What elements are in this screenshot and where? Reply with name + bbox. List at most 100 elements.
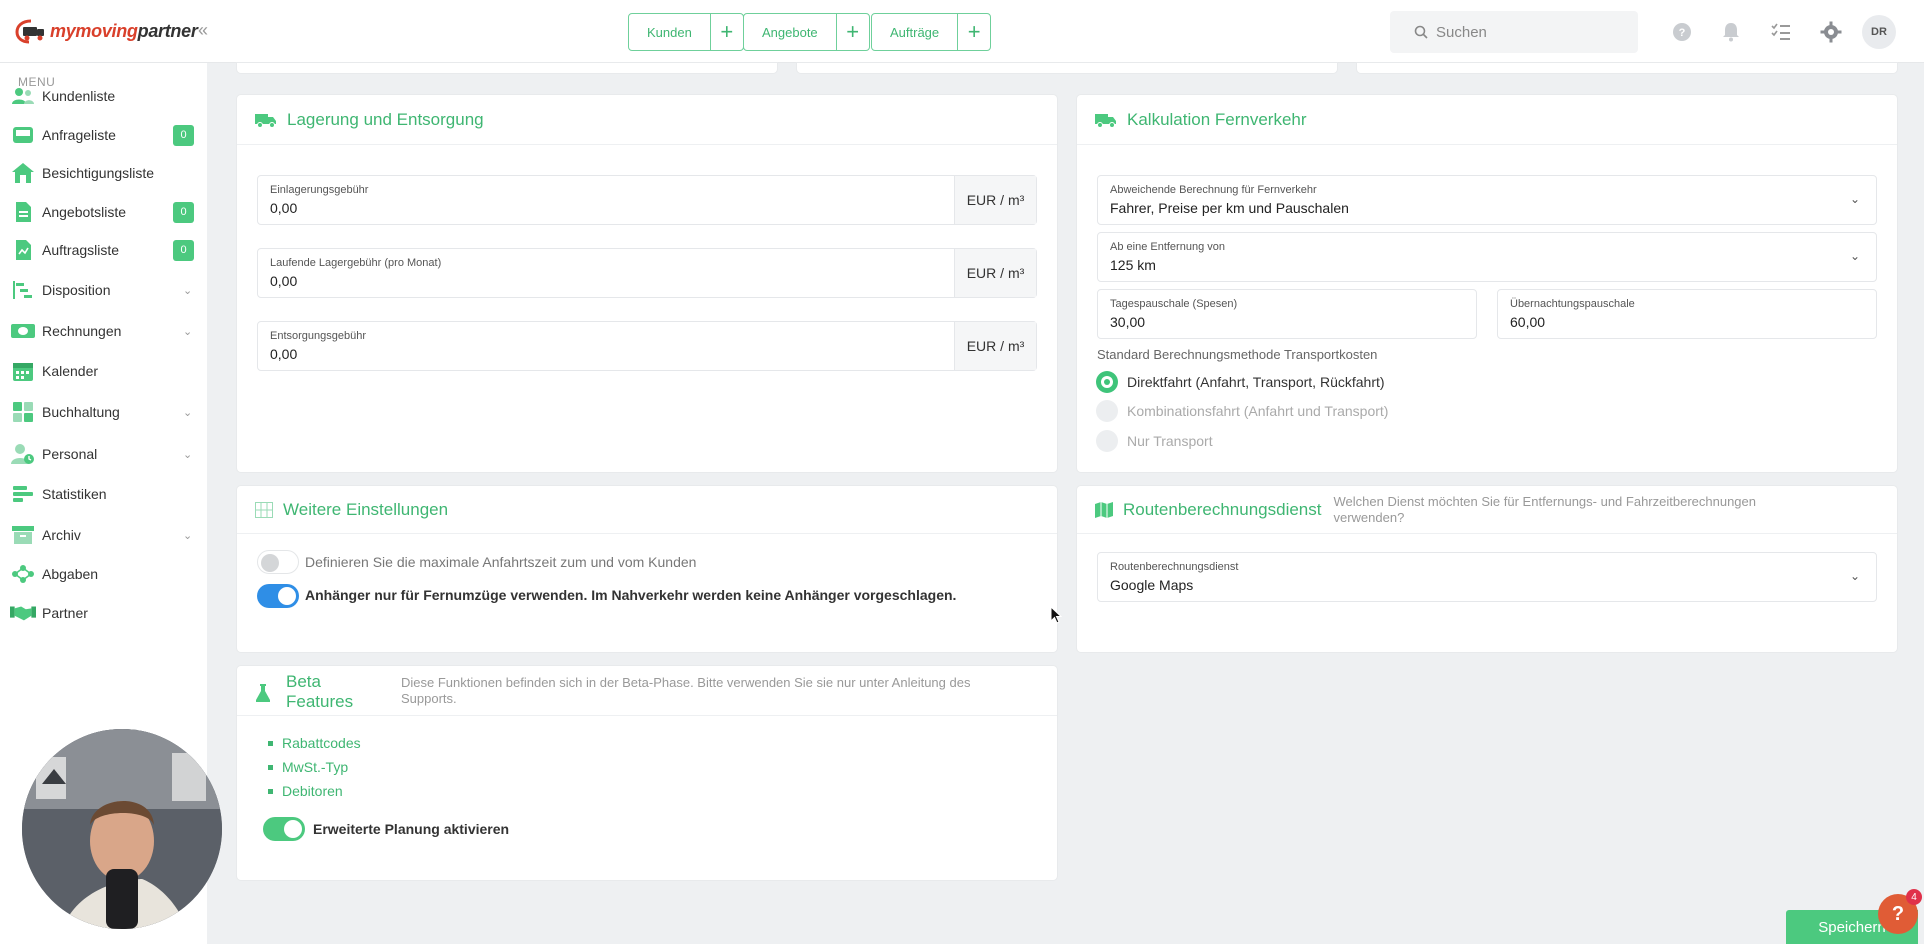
gantt-icon	[10, 278, 36, 302]
radio-checked-icon	[1096, 371, 1118, 393]
search-icon	[1414, 25, 1428, 39]
sidebar-item-anfrageliste[interactable]: Anfrageliste 0	[0, 119, 207, 151]
quick-kunden-button[interactable]: Kunden	[629, 14, 711, 50]
help-circle-icon[interactable]: ?	[1671, 21, 1693, 43]
brand-name: mymovingpartner	[50, 20, 198, 41]
einlagerungsgebuehr-field[interactable]: Einlagerungsgebühr 0,00 EUR / m³	[257, 175, 1037, 225]
radio-unchecked-icon	[1096, 400, 1118, 422]
presenter-video	[22, 729, 222, 929]
sidebar-item-kundenliste[interactable]: Kundenliste	[0, 80, 207, 112]
quick-auftraege-group: Aufträge +	[871, 13, 992, 51]
sidebar-item-buchhaltung[interactable]: Buchhaltung ⌄	[0, 396, 207, 428]
beta-item-rabattcodes[interactable]: Rabattcodes	[268, 735, 361, 751]
search-input[interactable]: Suchen	[1390, 11, 1638, 53]
count-badge: 0	[173, 201, 194, 223]
card-header: Routenberechnungsdienst Welchen Dienst m…	[1077, 486, 1897, 534]
storage-card: Lagerung und Entsorgung Einlagerungsgebü…	[237, 95, 1057, 472]
sidebar-item-archiv[interactable]: Archiv ⌄	[0, 519, 207, 551]
beta-item-mwst-typ[interactable]: MwSt.-Typ	[268, 759, 348, 775]
house-icon	[10, 161, 36, 185]
chevron-down-icon: ⌄	[1849, 569, 1860, 583]
radio-label: Nur Transport	[1127, 433, 1213, 449]
transport-method-label: Standard Berechnungsmethode Transportkos…	[1097, 347, 1378, 362]
quick-kunden-group: Kunden +	[628, 13, 744, 51]
calc-method-select[interactable]: Abweichende Berechnung für Fernverkehr F…	[1097, 175, 1877, 225]
sidebar-item-label: Auftragsliste	[42, 242, 120, 258]
sidebar-item-angebotsliste[interactable]: Angebotsliste 0	[0, 196, 207, 228]
field-label: Tagespauschale (Spesen)	[1110, 298, 1238, 310]
map-icon	[1095, 501, 1113, 518]
toggle-knob	[284, 820, 302, 838]
toggle-knob	[278, 587, 296, 605]
extended-planning-label: Erweiterte Planung aktivieren	[313, 821, 510, 837]
sidebar-item-disposition[interactable]: Disposition ⌄	[0, 274, 207, 306]
routing-service-select[interactable]: Routenberechnungsdienst Google Maps ⌄	[1097, 552, 1877, 602]
field-label: Einlagerungsgebühr	[270, 184, 369, 196]
sidebar-item-kalender[interactable]: Kalender	[0, 355, 207, 387]
checklist-icon[interactable]	[1770, 21, 1792, 43]
person-clock-icon	[10, 442, 36, 466]
entsorgungsgebuehr-field[interactable]: Entsorgungsgebühr 0,00 EUR / m³	[257, 321, 1037, 371]
quick-auftraege-button[interactable]: Aufträge	[872, 14, 959, 50]
trailer-toggle[interactable]	[257, 584, 299, 608]
user-avatar[interactable]: DR	[1862, 15, 1896, 49]
max-travel-time-label: Definieren Sie die maximale Anfahrtszeit…	[305, 554, 697, 570]
max-travel-time-toggle[interactable]	[257, 550, 299, 574]
add-kunde-icon[interactable]: +	[711, 14, 743, 50]
sidebar-item-label: Besichtigungsliste	[42, 165, 155, 181]
quick-angebote-button[interactable]: Angebote	[744, 14, 837, 50]
chevron-down-icon: ⌄	[183, 529, 193, 542]
partial-card	[1357, 63, 1897, 73]
archive-icon	[10, 523, 36, 547]
bell-icon[interactable]	[1720, 21, 1742, 43]
sidebar-item-partner[interactable]: Partner	[0, 597, 207, 629]
overnight-rate-field[interactable]: Übernachtungspauschale 60,00	[1497, 289, 1877, 339]
document-icon	[10, 200, 36, 224]
extended-planning-toggle[interactable]	[263, 817, 305, 841]
sidebar-item-label: Anfrageliste	[42, 127, 116, 143]
chevron-down-icon: ⌄	[1849, 192, 1860, 206]
chevron-down-icon: ⌄	[183, 284, 193, 297]
field-value: 0,00	[270, 200, 298, 216]
radio-label: Direktfahrt (Anfahrt, Transport, Rückfah…	[1127, 374, 1385, 390]
card-header: Lagerung und Entsorgung	[237, 95, 1057, 145]
add-auftrag-icon[interactable]: +	[958, 14, 990, 50]
sidebar-item-auftragsliste[interactable]: Auftragsliste 0	[0, 234, 207, 266]
search-placeholder: Suchen	[1436, 23, 1487, 41]
sidebar-item-label: Kalender	[42, 363, 99, 379]
sidebar-item-label: Angebotsliste	[42, 204, 127, 220]
laufende-lagergebuehr-field[interactable]: Laufende Lagergebühr (pro Monat) 0,00 EU…	[257, 248, 1037, 298]
collapse-sidebar-icon[interactable]: «	[198, 20, 208, 41]
sidebar-item-label: Archiv	[42, 527, 81, 543]
unit-label: EUR / m³	[954, 249, 1036, 297]
sidebar-item-label: Disposition	[42, 282, 111, 298]
daily-rate-field[interactable]: Tagespauschale (Spesen) 30,00	[1097, 289, 1477, 339]
sidebar-item-label: Statistiken	[42, 486, 107, 502]
sidebar-item-statistiken[interactable]: Statistiken	[0, 478, 207, 510]
network-icon	[10, 562, 36, 586]
card-hint: Diese Funktionen befinden sich in der Be…	[401, 675, 971, 706]
sidebar-item-abgaben[interactable]: Abgaben	[0, 558, 207, 590]
radio-direktfahrt[interactable]: Direktfahrt (Anfahrt, Transport, Rückfah…	[1096, 371, 1385, 393]
add-angebot-icon[interactable]: +	[837, 14, 869, 50]
sidebar-item-rechnungen[interactable]: Rechnungen ⌄	[0, 315, 207, 347]
field-label: Ab eine Entfernung von	[1110, 241, 1225, 253]
table-settings-icon	[255, 501, 273, 518]
beta-item-debitoren[interactable]: Debitoren	[268, 783, 343, 799]
flask-icon	[256, 684, 270, 702]
radio-kombinationsfahrt[interactable]: Kombinationsfahrt (Anfahrt und Transport…	[1096, 400, 1388, 422]
sidebar-item-label: Rechnungen	[42, 323, 122, 339]
field-value: Google Maps	[1110, 577, 1194, 593]
sidebar-item-personal[interactable]: Personal ⌄	[0, 438, 207, 470]
chevron-down-icon: ⌄	[1849, 249, 1860, 263]
card-header: Beta Features Diese Funktionen befinden s…	[237, 666, 1057, 716]
gear-icon[interactable]	[1820, 21, 1842, 43]
brand-logo[interactable]: mymovingpartner	[14, 16, 198, 46]
distance-select[interactable]: Ab eine Entfernung von 125 km ⌄	[1097, 232, 1877, 282]
card-header: Weitere Einstellungen	[237, 486, 1057, 534]
card-title: Beta Features	[286, 672, 354, 711]
sidebar-item-besichtigungsliste[interactable]: Besichtigungsliste	[0, 157, 207, 189]
radio-nur-transport[interactable]: Nur Transport	[1096, 430, 1213, 452]
top-bar: mymovingpartner « Kunden + Angebote + Au…	[0, 0, 1924, 63]
svg-text:?: ?	[1679, 27, 1686, 39]
